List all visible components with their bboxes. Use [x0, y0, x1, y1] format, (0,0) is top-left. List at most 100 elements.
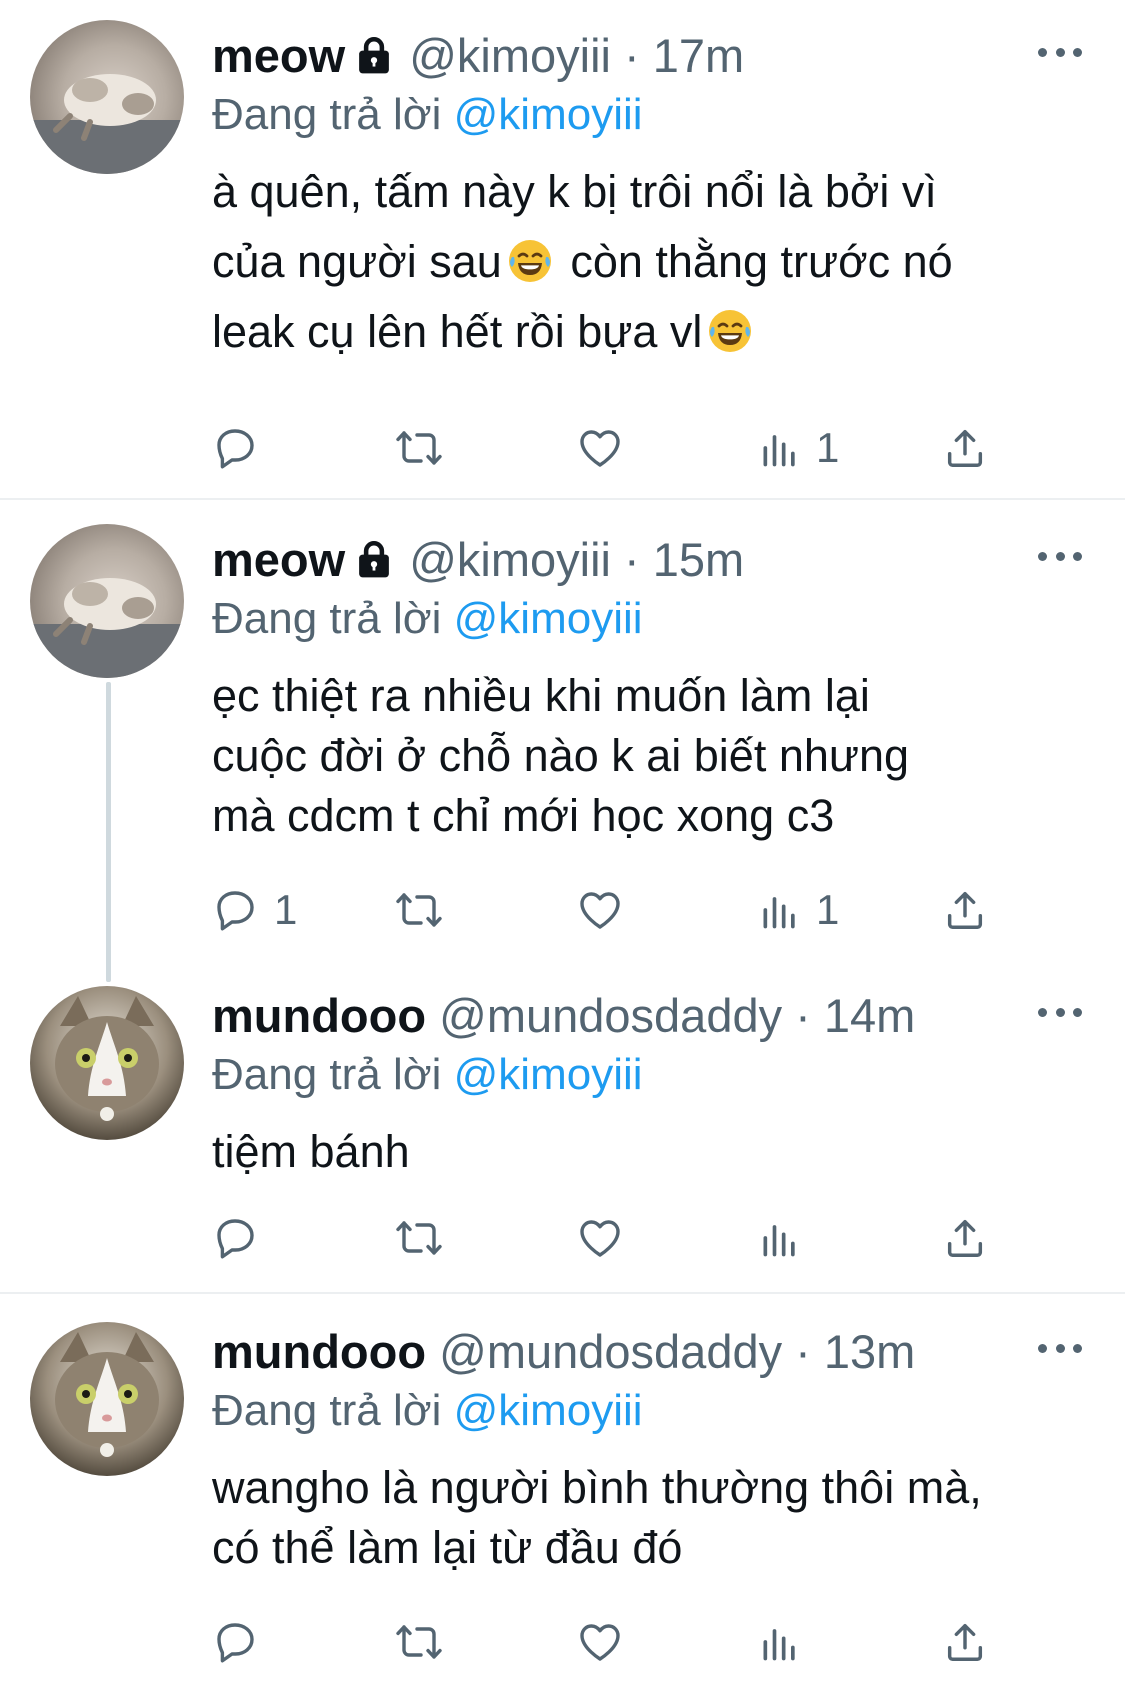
lock-icon: [353, 32, 395, 88]
mention-link[interactable]: @kimoyiii: [454, 1050, 643, 1099]
replying-label: Đang trả lời: [212, 594, 442, 643]
handle[interactable]: @mundosdaddy: [439, 1325, 782, 1378]
retweet-icon: [392, 1214, 446, 1262]
share-icon: [942, 887, 988, 933]
display-name[interactable]: meow: [212, 533, 345, 586]
mention-link[interactable]: @kimoyiii: [454, 1386, 643, 1435]
retweet-icon: [392, 1618, 446, 1666]
tweet[interactable]: mundooo @mundosdaddy · 13m Đang trả lời …: [0, 1294, 1125, 1690]
tweet-line-2: của người sau còn thằng trước nó: [212, 232, 1092, 302]
tweet-line-part: còn thằng trước nó: [570, 236, 953, 287]
views-icon: [758, 1620, 802, 1664]
mention-link[interactable]: @kimoyiii: [454, 90, 643, 139]
reply-button[interactable]: 1: [212, 880, 297, 940]
replying-label: Đang trả lời: [212, 1050, 442, 1099]
tweet-header: mundooo @mundosdaddy · 13m: [212, 1324, 915, 1380]
reply-button[interactable]: [212, 1208, 274, 1268]
views-button[interactable]: 1: [758, 880, 839, 940]
separator: ·: [795, 1325, 811, 1378]
handle[interactable]: @kimoyiii: [409, 29, 611, 82]
tweet[interactable]: meow @kimoyiii · 15m Đang trả lời @kimoyi…: [0, 500, 1125, 970]
tweet[interactable]: mundooo @mundosdaddy · 14m Đang trả lời …: [0, 970, 1125, 1292]
replying-to: Đang trả lời @kimoyiii: [212, 592, 643, 646]
tweet-text: à quên, tấm này k bị trôi nổi là bởi vì …: [212, 162, 1092, 372]
tweet-line: à quên, tấm này k bị trôi nổi là bởi vì: [212, 166, 937, 217]
more-icon[interactable]: [1038, 1004, 1082, 1020]
like-button[interactable]: [576, 418, 624, 478]
like-button[interactable]: [576, 1612, 624, 1672]
views-count: 1: [816, 424, 840, 471]
retweet-button[interactable]: [392, 418, 446, 478]
views-button[interactable]: [758, 1612, 816, 1672]
like-button[interactable]: [576, 1208, 624, 1268]
tweet-line: mà cdcm t chỉ mới học xong c3: [212, 790, 835, 841]
cat-face-avatar[interactable]: [30, 1322, 184, 1476]
display-name[interactable]: mundooo: [212, 1325, 426, 1378]
separator: ·: [795, 989, 811, 1042]
handle[interactable]: @kimoyiii: [409, 533, 611, 586]
like-icon: [576, 424, 624, 472]
action-bar: [212, 1208, 1012, 1268]
replying-label: Đang trả lời: [212, 1386, 442, 1435]
tweet-text: tiệm bánh: [212, 1122, 1092, 1182]
share-button[interactable]: [942, 418, 988, 478]
action-bar: 1 1: [212, 880, 1012, 940]
retweet-icon: [392, 424, 446, 472]
like-icon: [576, 886, 624, 934]
display-name[interactable]: meow: [212, 29, 345, 82]
display-name[interactable]: mundooo: [212, 989, 426, 1042]
more-icon[interactable]: [1038, 548, 1082, 564]
sleeping-cat-avatar[interactable]: [30, 20, 184, 174]
replying-label: Đang trả lời: [212, 90, 442, 139]
views-button[interactable]: [758, 1208, 816, 1268]
tweet-line: cuộc đời ở chỗ nào k ai biết nhưng: [212, 730, 910, 781]
tweet-text: ẹc thiệt ra nhiều khi muốn làm lại cuộc …: [212, 666, 1092, 846]
tweet-line: có thể làm lại từ đầu đó: [212, 1522, 683, 1573]
reply-button[interactable]: [212, 1612, 274, 1672]
like-button[interactable]: [576, 880, 624, 940]
tears-of-joy-emoji: [506, 237, 554, 300]
action-bar: 1: [212, 418, 1012, 478]
replying-to: Đang trả lời @kimoyiii: [212, 1048, 643, 1102]
tweet-line: ẹc thiệt ra nhiều khi muốn làm lại: [212, 670, 870, 721]
views-button[interactable]: 1: [758, 418, 839, 478]
reply-button[interactable]: [212, 418, 274, 478]
retweet-button[interactable]: [392, 1208, 446, 1268]
sleeping-cat-avatar[interactable]: [30, 524, 184, 678]
tweet[interactable]: meow @kimoyiii · 17m Đang trả lời @kimoyi…: [0, 0, 1125, 498]
timestamp[interactable]: 13m: [824, 1325, 915, 1378]
cat-face-avatar[interactable]: [30, 986, 184, 1140]
tears-of-joy-emoji: [706, 307, 754, 370]
separator: ·: [624, 29, 640, 82]
tweet-line-3: leak cụ lên hết rồi bựa vl: [212, 302, 1092, 372]
replying-to: Đang trả lời @kimoyiii: [212, 1384, 643, 1438]
retweet-button[interactable]: [392, 1612, 446, 1672]
tweet-text: wangho là người bình thường thôi mà, có …: [212, 1458, 1092, 1578]
share-button[interactable]: [942, 1208, 988, 1268]
more-icon[interactable]: [1038, 1340, 1082, 1356]
tweet-header: meow @kimoyiii · 15m: [212, 532, 744, 592]
share-button[interactable]: [942, 1612, 988, 1672]
tweet-line: wangho là người bình thường thôi mà,: [212, 1462, 982, 1513]
more-icon[interactable]: [1038, 44, 1082, 60]
tweet-header: meow @kimoyiii · 17m: [212, 28, 744, 88]
views-icon: [758, 888, 802, 932]
timestamp[interactable]: 14m: [824, 989, 915, 1042]
views-count: 1: [816, 886, 840, 933]
retweet-icon: [392, 886, 446, 934]
lock-icon: [353, 536, 395, 592]
share-button[interactable]: [942, 880, 988, 940]
mention-link[interactable]: @kimoyiii: [454, 594, 643, 643]
retweet-button[interactable]: [392, 880, 446, 940]
handle[interactable]: @mundosdaddy: [439, 989, 782, 1042]
share-icon: [942, 1619, 988, 1665]
like-icon: [576, 1214, 624, 1262]
tweet-header: mundooo @mundosdaddy · 14m: [212, 988, 915, 1044]
reply-icon: [212, 1214, 260, 1262]
action-bar: [212, 1612, 1012, 1672]
timestamp[interactable]: 15m: [653, 533, 744, 586]
timestamp[interactable]: 17m: [653, 29, 744, 82]
tweet-line: tiệm bánh: [212, 1126, 410, 1177]
tweet-line-part: leak cụ lên hết rồi bựa vl: [212, 306, 703, 357]
separator: ·: [624, 533, 640, 586]
